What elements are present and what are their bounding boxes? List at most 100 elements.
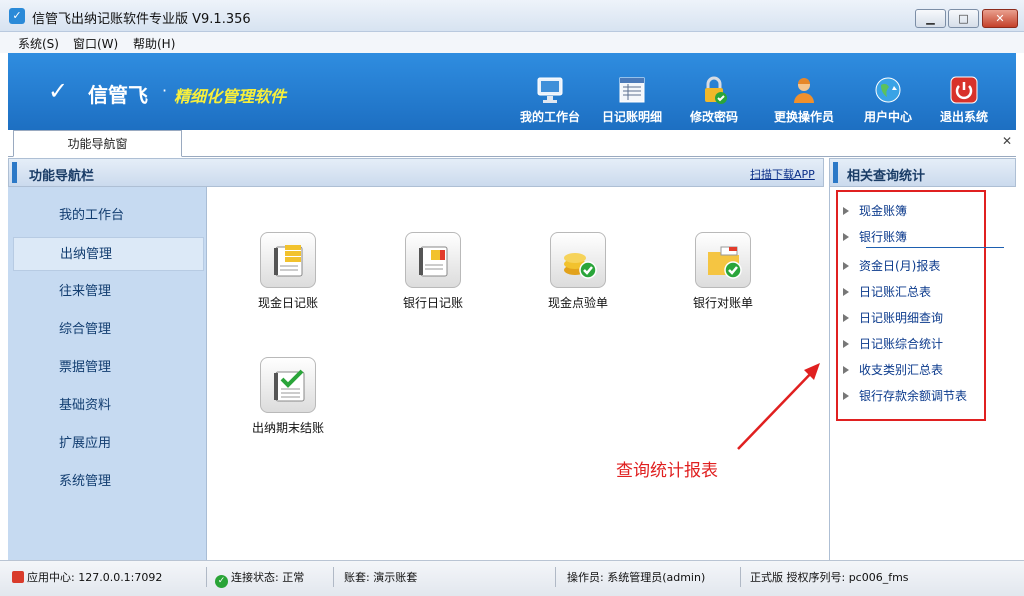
toolbar-label: 日记账明细 bbox=[601, 110, 662, 124]
query-item[interactable]: 日记账汇总表 bbox=[840, 283, 985, 300]
tab-close-icon[interactable]: ✕ bbox=[1002, 134, 1012, 148]
triangle-right-icon bbox=[843, 233, 849, 241]
status-divider bbox=[555, 567, 556, 587]
function-icon-frame bbox=[260, 357, 316, 413]
menu-system[interactable]: 系统(S) bbox=[18, 35, 59, 52]
function-label: 现金点验单 bbox=[547, 296, 608, 310]
query-item[interactable]: 收支类别汇总表 bbox=[840, 361, 985, 378]
query-item[interactable]: 银行账簿 bbox=[840, 228, 985, 245]
function-label: 银行对账单 bbox=[692, 296, 753, 310]
toolbar-switch-operator[interactable]: 更换操作员 bbox=[756, 53, 852, 130]
lock-icon bbox=[705, 76, 727, 104]
user-icon bbox=[794, 78, 814, 103]
status-connection: ✓ 连接状态: 正常 bbox=[215, 569, 304, 588]
toolbar-label: 我的工作台 bbox=[519, 110, 580, 124]
annotation-label: 查询统计报表 bbox=[616, 461, 718, 481]
function-bank-journal[interactable]: 银行日记账 bbox=[383, 232, 483, 311]
function-cash-journal[interactable]: 现金日记账 bbox=[238, 232, 338, 311]
related-query-header: 相关查询统计 bbox=[829, 158, 1016, 187]
query-item[interactable]: 日记账综合统计 bbox=[840, 335, 985, 352]
download-app-link[interactable]: 扫描下载APP bbox=[750, 166, 815, 182]
menu-window[interactable]: 窗口(W) bbox=[73, 35, 118, 52]
check-circle-icon: ✓ bbox=[215, 575, 228, 588]
sidebar-item-accounts[interactable]: 往来管理 bbox=[13, 275, 204, 309]
function-label: 出纳期末结账 bbox=[251, 421, 324, 435]
header-banner: ✓ 信管飞 · 精细化管理软件 我的工作台 日记账明细 修改密码 更换操作员 用… bbox=[8, 53, 1016, 130]
function-icon-frame bbox=[260, 232, 316, 288]
toolbar-label: 更换操作员 bbox=[773, 110, 834, 124]
status-license: 正式版 授权序列号: pc006_fms bbox=[750, 571, 909, 584]
status-bar: 应用中心: 127.0.0.1:7092 ✓ 连接状态: 正常 账套: 演示账套 … bbox=[0, 560, 1024, 596]
maximize-button[interactable]: □ bbox=[948, 9, 979, 28]
triangle-right-icon bbox=[843, 392, 849, 400]
status-account-set: 账套: 演示账套 bbox=[344, 571, 418, 584]
function-period-closing[interactable]: 出纳期末结账 bbox=[238, 357, 338, 436]
minimize-button[interactable]: ▁ bbox=[915, 9, 946, 28]
triangle-right-icon bbox=[843, 366, 849, 374]
ledger-detail-icon bbox=[619, 77, 645, 103]
status-app-center: 应用中心: 127.0.0.1:7092 bbox=[12, 569, 162, 585]
sidebar: 我的工作台 出纳管理 往来管理 综合管理 票据管理 基础资料 扩展应用 系统管理 bbox=[8, 187, 207, 560]
triangle-right-icon bbox=[843, 288, 849, 296]
status-operator: 操作员: 系统管理员(admin) bbox=[567, 571, 706, 584]
divider bbox=[866, 247, 1004, 248]
triangle-right-icon bbox=[843, 207, 849, 215]
window-title: 信管飞出纳记账软件专业版 V9.1.356 bbox=[32, 12, 251, 27]
function-icon-frame bbox=[405, 232, 461, 288]
triangle-right-icon bbox=[843, 340, 849, 348]
query-item[interactable]: 银行存款余额调节表 bbox=[840, 387, 985, 404]
header-accent-bar bbox=[12, 162, 17, 183]
function-label: 银行日记账 bbox=[402, 296, 463, 310]
logo-text: 信管飞 bbox=[88, 83, 148, 107]
status-divider bbox=[206, 567, 207, 587]
sidebar-item-general[interactable]: 综合管理 bbox=[13, 313, 204, 347]
function-bank-statement[interactable]: 银行对账单 bbox=[673, 232, 773, 311]
sidebar-item-extensions[interactable]: 扩展应用 bbox=[13, 427, 204, 461]
app-icon: ✓ bbox=[9, 8, 25, 24]
query-item[interactable]: 日记账明细查询 bbox=[840, 309, 985, 326]
cash-journal-icon bbox=[274, 245, 303, 277]
folder-check-icon bbox=[708, 246, 742, 279]
sidebar-item-cashier[interactable]: 出纳管理 bbox=[13, 237, 204, 271]
toolbar-label: 修改密码 bbox=[689, 110, 738, 124]
annotation-arrow-icon bbox=[737, 363, 820, 450]
logo-slogan: 精细化管理软件 bbox=[174, 87, 287, 106]
function-label: 现金日记账 bbox=[257, 296, 318, 310]
close-button[interactable]: ✕ bbox=[982, 9, 1018, 28]
toolbar-change-password[interactable]: 修改密码 bbox=[674, 53, 754, 130]
toolbar-label: 用户中心 bbox=[863, 110, 912, 124]
monitor-icon bbox=[537, 77, 563, 103]
sidebar-item-basic-data[interactable]: 基础资料 bbox=[13, 389, 204, 423]
toolbar-user-center[interactable]: 用户中心 bbox=[848, 53, 928, 130]
notebook-check-icon bbox=[274, 369, 305, 402]
menu-help[interactable]: 帮助(H) bbox=[133, 35, 175, 52]
sidebar-item-my-workbench[interactable]: 我的工作台 bbox=[13, 199, 204, 233]
toolbar-my-workbench[interactable]: 我的工作台 bbox=[510, 53, 590, 130]
sidebar-item-system[interactable]: 系统管理 bbox=[13, 465, 204, 499]
query-item[interactable]: 资金日(月)报表 bbox=[840, 257, 985, 274]
related-query-title: 相关查询统计 bbox=[847, 169, 926, 184]
header-accent-bar bbox=[833, 162, 838, 183]
power-icon bbox=[950, 76, 978, 104]
function-icon-frame bbox=[550, 232, 606, 288]
menu-bar: 系统(S) 窗口(W) 帮助(H) bbox=[0, 32, 1024, 53]
app-center-icon bbox=[12, 571, 24, 583]
nav-header-title: 功能导航栏 bbox=[29, 169, 95, 184]
coins-check-icon bbox=[564, 253, 597, 279]
triangle-right-icon bbox=[843, 314, 849, 322]
globe-icon bbox=[875, 77, 901, 103]
logo-icon: ✓ bbox=[48, 77, 69, 105]
function-cash-check[interactable]: 现金点验单 bbox=[528, 232, 628, 311]
status-divider bbox=[740, 567, 741, 587]
toolbar-exit-system[interactable]: 退出系统 bbox=[924, 53, 1004, 130]
toolbar-journal-detail[interactable]: 日记账明细 bbox=[592, 53, 672, 130]
sidebar-item-bills[interactable]: 票据管理 bbox=[13, 351, 204, 385]
tab-bar: 功能导航窗 ✕ bbox=[8, 130, 1016, 157]
status-divider bbox=[333, 567, 334, 587]
logo-separator: · bbox=[162, 81, 168, 100]
nav-header: 功能导航栏 扫描下载APP bbox=[8, 158, 824, 187]
bank-journal-icon bbox=[419, 246, 448, 277]
tab-function-navigation[interactable]: 功能导航窗 bbox=[13, 130, 182, 157]
query-item[interactable]: 现金账簿 bbox=[840, 202, 985, 219]
title-bar: ✓ 信管飞出纳记账软件专业版 V9.1.356 ▁ □ ✕ bbox=[0, 0, 1024, 32]
